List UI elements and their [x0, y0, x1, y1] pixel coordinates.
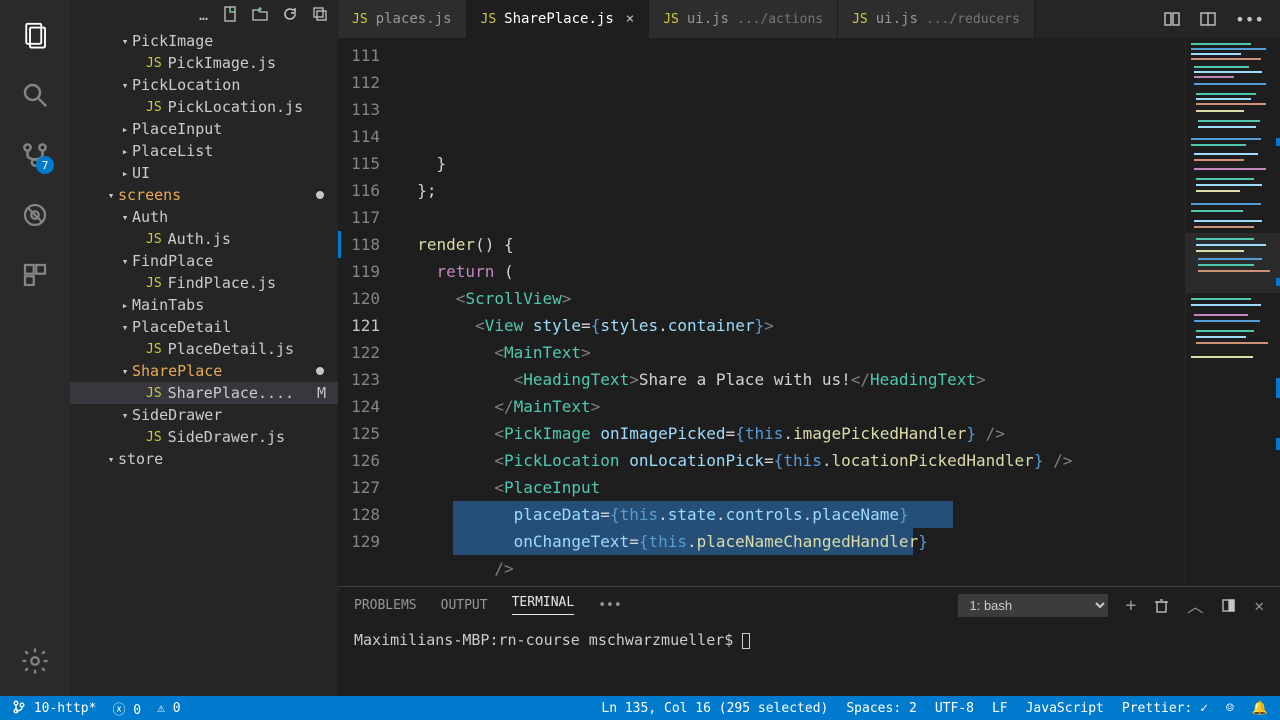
kill-terminal-icon[interactable]: [1154, 598, 1169, 613]
editor-body[interactable]: 1111121131141151161171181191201211221231…: [338, 38, 1280, 586]
file-item[interactable]: JSPickLocation.js: [70, 96, 338, 118]
editor-tabs: JSplaces.jsJSSharePlace.js×JSui.js.../ac…: [338, 0, 1280, 38]
feedback-icon[interactable]: ☺: [1226, 701, 1234, 716]
folder-item[interactable]: ▾FindPlace: [70, 250, 338, 272]
search-icon[interactable]: [20, 80, 50, 110]
minimap[interactable]: [1185, 38, 1280, 586]
notifications-icon[interactable]: 🔔: [1252, 701, 1268, 716]
new-terminal-icon[interactable]: +: [1126, 595, 1137, 616]
code-content[interactable]: } }; render() { return ( <ScrollView> <V…: [398, 38, 1185, 586]
maximize-panel-icon[interactable]: [1221, 598, 1236, 613]
editor-tab[interactable]: JSSharePlace.js×: [467, 0, 650, 38]
minimap-canvas: [1186, 38, 1280, 528]
debug-icon[interactable]: [20, 200, 50, 230]
explorer-toolbar: …: [70, 0, 338, 30]
panel-tab-problems[interactable]: PROBLEMS: [354, 598, 417, 613]
line-gutter: 1111121131141151161171181191201211221231…: [338, 38, 398, 586]
new-file-icon[interactable]: [222, 6, 238, 24]
folder-item[interactable]: ▾PickImage: [70, 30, 338, 52]
status-errors[interactable]: ⓧ 0: [112, 699, 141, 718]
explorer-icon[interactable]: [20, 20, 50, 50]
settings-gear-icon[interactable]: [20, 646, 50, 676]
terminal-content[interactable]: Maximilians-MBP:rn-course mschwarzmuelle…: [338, 623, 1280, 657]
cursor-position[interactable]: Ln 135, Col 16 (295 selected): [601, 701, 828, 716]
file-item[interactable]: JSPickImage.js: [70, 52, 338, 74]
panel-tab-terminal[interactable]: TERMINAL: [512, 595, 575, 615]
prettier-status[interactable]: Prettier: ✓: [1122, 701, 1208, 716]
encoding-status[interactable]: UTF-8: [935, 701, 974, 716]
terminal-selector[interactable]: 1: bash: [958, 594, 1108, 617]
collapse-icon[interactable]: [312, 6, 328, 24]
panel-tab-output[interactable]: OUTPUT: [441, 598, 488, 613]
panel-tab-more[interactable]: •••: [598, 598, 621, 613]
file-item[interactable]: JSAuth.js: [70, 228, 338, 250]
folder-item[interactable]: ▾SharePlace: [70, 360, 338, 382]
split-icon[interactable]: [1199, 10, 1217, 28]
source-control-icon[interactable]: 7: [20, 140, 50, 170]
refresh-icon[interactable]: [282, 6, 298, 24]
bottom-panel: PROBLEMS OUTPUT TERMINAL ••• 1: bash + ︿…: [338, 586, 1280, 696]
language-status[interactable]: JavaScript: [1026, 701, 1104, 716]
terminal-cursor: [742, 633, 750, 649]
folder-item[interactable]: ▾screens: [70, 184, 338, 206]
eol-status[interactable]: LF: [992, 701, 1008, 716]
folder-item[interactable]: ▸PlaceInput: [70, 118, 338, 140]
close-panel-icon[interactable]: ✕: [1254, 596, 1264, 615]
indent-status[interactable]: Spaces: 2: [846, 701, 916, 716]
overflow-icon[interactable]: …: [199, 6, 208, 24]
compare-icon[interactable]: [1163, 10, 1181, 28]
folder-item[interactable]: ▾SideDrawer: [70, 404, 338, 426]
new-folder-icon[interactable]: [252, 6, 268, 24]
extensions-icon[interactable]: [20, 260, 50, 290]
close-tab-icon[interactable]: ×: [626, 11, 634, 27]
folder-item[interactable]: ▾PlaceDetail: [70, 316, 338, 338]
editor-tab[interactable]: JSplaces.js: [338, 0, 467, 38]
status-bar: 10-http* ⓧ 0 ⚠ 0 Ln 135, Col 16 (295 sel…: [0, 696, 1280, 720]
file-item[interactable]: JSSharePlace....M: [70, 382, 338, 404]
folder-item[interactable]: ▸UI: [70, 162, 338, 184]
folder-item[interactable]: ▾store: [70, 448, 338, 470]
folder-item[interactable]: ▾PickLocation: [70, 74, 338, 96]
file-item[interactable]: JSPlaceDetail.js: [70, 338, 338, 360]
editor-tab[interactable]: JSui.js.../reducers: [838, 0, 1035, 38]
editor-tab[interactable]: JSui.js.../actions: [649, 0, 838, 38]
editor-area: JSplaces.jsJSSharePlace.js×JSui.js.../ac…: [338, 0, 1280, 696]
terminal-prompt: Maximilians-MBP:rn-course mschwarzmuelle…: [354, 631, 742, 649]
status-warnings[interactable]: ⚠ 0: [157, 701, 180, 716]
file-explorer: … ▾PickImageJSPickImage.js▾PickLocationJ…: [70, 0, 338, 696]
file-item[interactable]: JSSideDrawer.js: [70, 426, 338, 448]
scm-badge: 7: [36, 156, 54, 174]
activity-bar: 7: [0, 0, 70, 696]
folder-item[interactable]: ▸MainTabs: [70, 294, 338, 316]
file-item[interactable]: JSFindPlace.js: [70, 272, 338, 294]
panel-up-icon[interactable]: ︿: [1187, 593, 1203, 617]
git-branch[interactable]: 10-http*: [12, 700, 96, 716]
folder-item[interactable]: ▸PlaceList: [70, 140, 338, 162]
folder-item[interactable]: ▾Auth: [70, 206, 338, 228]
more-icon[interactable]: •••: [1235, 10, 1264, 29]
